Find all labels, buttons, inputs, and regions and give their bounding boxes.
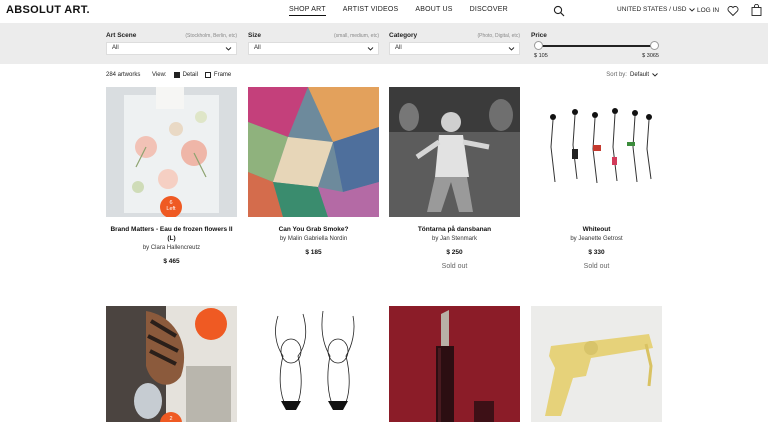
price-slider-track[interactable] — [538, 45, 654, 47]
artwork-image-yellow-gun — [531, 306, 662, 422]
filter-category: Category (Photo, Digital, etc) All — [389, 32, 520, 55]
artwork-image[interactable] — [531, 87, 662, 217]
artwork-image-whiteout — [531, 87, 662, 217]
logo[interactable]: ABSOLUT ART. — [6, 4, 90, 16]
filter-label: Price — [531, 32, 547, 39]
chevron-down-icon — [367, 47, 374, 51]
sold-out-label: Sold out — [441, 262, 468, 270]
main-nav: SHOP ART ARTIST VIDEOS ABOUT US DISCOVER — [289, 6, 525, 16]
frame-view-icon[interactable] — [204, 72, 211, 78]
search-icon[interactable] — [553, 5, 565, 17]
sort-value: Default — [629, 72, 649, 78]
artwork-card[interactable]: Whiteout by Jeanette Getrost $ 330 Sold … — [531, 87, 662, 270]
artwork-count: 284 artworks — [106, 72, 141, 78]
artwork-image[interactable]: 2 — [106, 306, 237, 422]
locale-label: UNITED STATES / USD — [617, 6, 687, 13]
chevron-down-icon — [508, 47, 515, 51]
login-link[interactable]: LOG IN — [697, 7, 719, 14]
artwork-image[interactable] — [248, 87, 379, 217]
nav-discover[interactable]: DISCOVER — [470, 6, 508, 16]
site-header: ABSOLUT ART. SHOP ART ARTIST VIDEOS ABOU… — [0, 0, 768, 22]
artwork-title[interactable]: Can You Grab Smoke? — [248, 226, 379, 235]
artwork-image-lipstick — [389, 306, 520, 422]
sort-dropdown[interactable]: Sort by: Default — [606, 72, 658, 78]
artwork-card[interactable]: 6 Left Brand Matters - Eau de frozen flo… — [106, 87, 237, 265]
detail-view-option[interactable]: Detail — [183, 72, 198, 78]
chevron-down-icon — [225, 47, 232, 51]
chevron-down-icon — [689, 7, 696, 12]
artwork-image-line-drawing — [248, 306, 379, 422]
frame-view-option[interactable]: Frame — [214, 72, 231, 78]
artwork-card[interactable]: Töntarna på dansbanan by Jan Stenmark $ … — [389, 87, 520, 270]
artwork-title[interactable]: Töntarna på dansbanan — [389, 226, 520, 235]
select-value: All — [112, 45, 119, 51]
artwork-artist[interactable]: by Jan Stenmark — [389, 236, 520, 242]
artwork-price: $ 330 — [588, 248, 605, 256]
filter-art-scene: Art Scene (Stockholm, Berlin, etc) All — [106, 32, 237, 55]
filter-hint: (Stockholm, Berlin, etc) — [185, 33, 237, 39]
price-min-handle[interactable] — [534, 41, 543, 50]
stock-badge-text: Left — [166, 206, 176, 213]
price-max-value: $ 3065 — [642, 53, 659, 59]
artwork-price: $ 250 — [446, 248, 463, 256]
artwork-image-collage-stripes — [106, 306, 237, 422]
stock-badge-number: 2 — [169, 416, 173, 422]
sort-label: Sort by: — [606, 72, 627, 78]
detail-view-icon[interactable] — [173, 72, 180, 78]
select-value: All — [395, 45, 402, 51]
size-select[interactable]: All — [248, 42, 379, 55]
filter-bar: Art Scene (Stockholm, Berlin, etc) All S… — [0, 23, 768, 64]
artwork-price: $ 185 — [305, 248, 322, 256]
shopping-bag-icon[interactable] — [751, 4, 762, 16]
sold-out-label: Sold out — [583, 262, 610, 270]
select-value: All — [254, 45, 261, 51]
view-label: View: — [152, 72, 167, 78]
nav-shop-art[interactable]: SHOP ART — [289, 6, 326, 16]
artwork-card[interactable] — [248, 306, 379, 422]
view-toggle: View: Detail Frame — [152, 72, 231, 78]
artwork-image-collage — [248, 87, 379, 217]
stock-badge: 6 Left — [160, 196, 182, 217]
artwork-image[interactable] — [389, 306, 520, 422]
artwork-card[interactable] — [531, 306, 662, 422]
artwork-image[interactable] — [531, 306, 662, 422]
chevron-down-icon — [652, 73, 658, 77]
filter-size: Size (small, medium, etc) All — [248, 32, 379, 55]
heart-icon[interactable] — [727, 5, 739, 17]
artwork-artist[interactable]: by Jeanette Getrost — [531, 236, 662, 242]
category-select[interactable]: All — [389, 42, 520, 55]
artwork-card[interactable]: 2 — [106, 306, 237, 422]
artwork-card[interactable]: Can You Grab Smoke? by Malin Gabriella N… — [248, 87, 379, 256]
artwork-image[interactable] — [248, 306, 379, 422]
price-min-value: $ 105 — [534, 53, 548, 59]
artwork-image[interactable] — [389, 87, 520, 217]
filter-hint: (Photo, Digital, etc) — [477, 33, 520, 39]
filter-price: Price $ 105 $ 3065 — [531, 32, 659, 59]
art-scene-select[interactable]: All — [106, 42, 237, 55]
locale-selector[interactable]: UNITED STATES / USD — [617, 6, 696, 13]
price-max-handle[interactable] — [650, 41, 659, 50]
results-toolbar: 284 artworks View: Detail Frame Sort by:… — [106, 72, 662, 82]
artwork-card[interactable] — [389, 306, 520, 422]
nav-artist-videos[interactable]: ARTIST VIDEOS — [343, 6, 399, 16]
filter-hint: (small, medium, etc) — [333, 33, 379, 39]
artwork-artist[interactable]: by Clara Hallencreutz — [106, 245, 237, 251]
artwork-title[interactable]: Brand Matters - Eau de frozen flowers II… — [106, 226, 237, 244]
artwork-image[interactable]: 6 Left — [106, 87, 237, 217]
artwork-image-dance-photo — [389, 87, 520, 217]
artwork-price: $ 465 — [163, 257, 180, 265]
artwork-title[interactable]: Whiteout — [531, 226, 662, 235]
nav-about-us[interactable]: ABOUT US — [415, 6, 452, 16]
artwork-artist[interactable]: by Malin Gabriella Nordin — [248, 236, 379, 242]
